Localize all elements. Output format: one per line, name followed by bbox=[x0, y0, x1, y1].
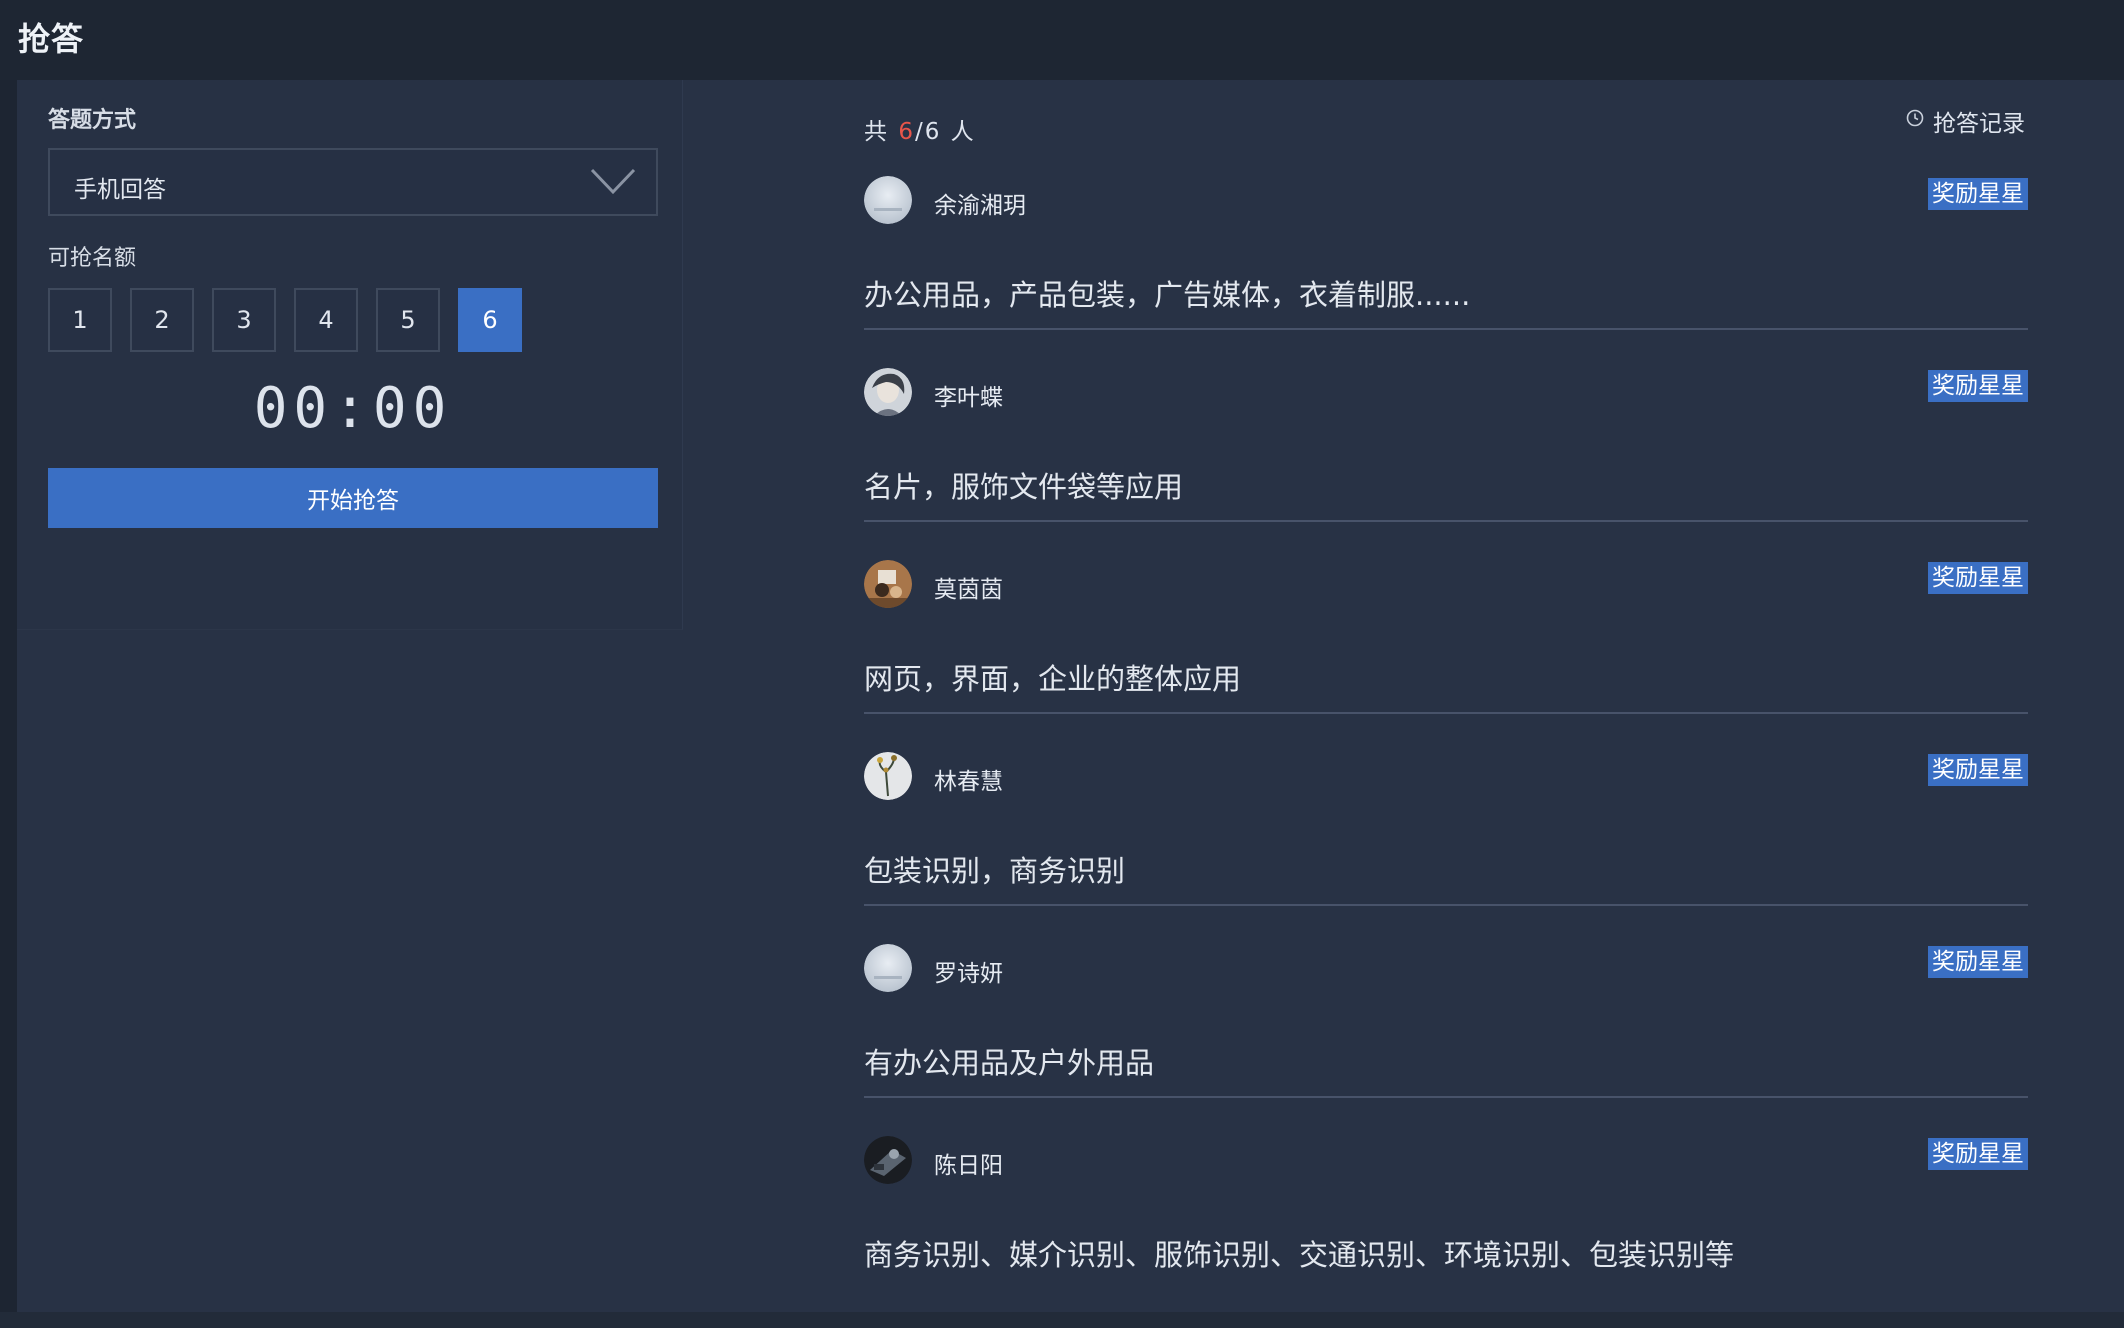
answer-text: 网页，界面，企业的整体应用 bbox=[864, 662, 1242, 696]
user-name: 李叶蝶 bbox=[934, 385, 1003, 411]
quota-option-4[interactable]: 4 bbox=[294, 288, 358, 352]
quota-option-5[interactable]: 5 bbox=[376, 288, 440, 352]
avatar bbox=[864, 944, 912, 992]
divider bbox=[864, 904, 2028, 906]
avatar bbox=[864, 176, 912, 224]
reward-star-button[interactable]: 奖励星星 bbox=[1928, 370, 2028, 402]
quota-option-1[interactable]: 1 bbox=[48, 288, 112, 352]
user-name: 陈日阳 bbox=[934, 1153, 1003, 1179]
clock-icon bbox=[1905, 108, 1925, 134]
chevron-down-icon bbox=[588, 164, 638, 198]
answer-text: 办公用品，产品包装，广告媒体，衣着制服...... bbox=[864, 278, 1471, 312]
answer-text: 商务识别、媒介识别、服饰识别、交通识别、环境识别、包装识别等 bbox=[864, 1238, 1735, 1272]
records-link[interactable]: 抢答记录 bbox=[1905, 104, 2025, 138]
avatar bbox=[864, 752, 912, 800]
answered-count: 6 bbox=[898, 119, 915, 145]
answer-text: 有办公用品及户外用品 bbox=[864, 1046, 1155, 1080]
total-count: 6 bbox=[924, 119, 942, 145]
divider bbox=[864, 1096, 2028, 1098]
window-left-edge bbox=[0, 80, 17, 1312]
user-name: 余渝湘玥 bbox=[934, 193, 1026, 219]
answer-entry: 莫茵茵 奖励星星 网页，界面，企业的整体应用 bbox=[864, 560, 2028, 752]
reward-star-button[interactable]: 奖励星星 bbox=[1928, 178, 2028, 210]
start-button[interactable]: 开始抢答 bbox=[48, 468, 658, 528]
count-prefix: 共 bbox=[864, 119, 889, 145]
answer-mode-select[interactable]: 手机回答 bbox=[48, 148, 658, 216]
quota-option-3[interactable]: 3 bbox=[212, 288, 276, 352]
quota-label: 可抢名额 bbox=[48, 246, 137, 271]
answer-mode-value: 手机回答 bbox=[74, 177, 166, 203]
avatar bbox=[864, 1136, 912, 1184]
reward-star-button[interactable]: 奖励星星 bbox=[1928, 1138, 2028, 1170]
divider bbox=[864, 712, 2028, 714]
quota-option-2[interactable]: 2 bbox=[130, 288, 194, 352]
records-label: 抢答记录 bbox=[1933, 111, 2025, 137]
answer-mode-label: 答题方式 bbox=[48, 108, 137, 133]
avatar bbox=[864, 368, 912, 416]
avatar bbox=[864, 560, 912, 608]
count-separator: / bbox=[914, 119, 925, 145]
title-bar: 抢答 bbox=[0, 0, 2124, 80]
reward-star-button[interactable]: 奖励星星 bbox=[1928, 754, 2028, 786]
user-name: 罗诗妍 bbox=[934, 961, 1003, 987]
reward-star-button[interactable]: 奖励星星 bbox=[1928, 562, 2028, 594]
page-title: 抢答 bbox=[18, 20, 85, 58]
answer-entry: 李叶蝶 奖励星星 名片，服饰文件袋等应用 bbox=[864, 368, 2028, 560]
quota-option-6[interactable]: 6 bbox=[458, 288, 522, 352]
reward-star-button[interactable]: 奖励星星 bbox=[1928, 946, 2028, 978]
user-name: 林春慧 bbox=[934, 769, 1003, 795]
answer-entry: 陈日阳 奖励星星 商务识别、媒介识别、服饰识别、交通识别、环境识别、包装识别等 bbox=[864, 1136, 2028, 1328]
divider bbox=[864, 328, 2028, 330]
countdown-timer: 00:00 bbox=[253, 376, 453, 441]
answer-entry: 余渝湘玥 奖励星星 办公用品，产品包装，广告媒体，衣着制服...... bbox=[864, 176, 2028, 368]
answer-entry: 林春慧 奖励星星 包装识别，商务识别 bbox=[864, 752, 2028, 944]
divider bbox=[864, 520, 2028, 522]
user-name: 莫茵茵 bbox=[934, 577, 1003, 603]
participant-count: 共 6/6 人 bbox=[864, 112, 976, 146]
count-suffix: 人 bbox=[950, 119, 976, 145]
answer-entry: 罗诗妍 奖励星星 有办公用品及户外用品 bbox=[864, 944, 2028, 1136]
answer-text: 包装识别，商务识别 bbox=[864, 854, 1126, 888]
answer-text: 名片，服饰文件袋等应用 bbox=[864, 470, 1184, 504]
